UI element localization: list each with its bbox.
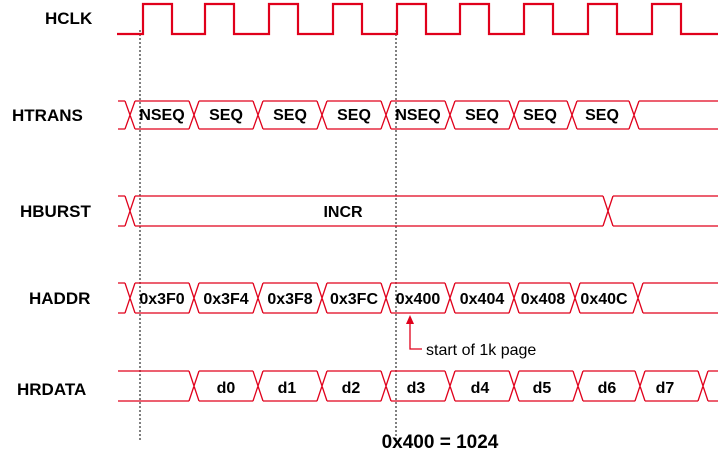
hrdata-value: d0 xyxy=(217,380,236,397)
page-start-annotation: start of 1k page xyxy=(426,342,536,359)
htrans-value: SEQ xyxy=(523,107,557,124)
htrans-value: SEQ xyxy=(465,107,499,124)
page-start-callout: start of 1k page xyxy=(406,315,536,359)
hburst-lane: INCR xyxy=(118,195,718,227)
hrdata-value: d1 xyxy=(278,380,297,397)
htrans-value: SEQ xyxy=(585,107,619,124)
signal-label-hrdata: HRDATA xyxy=(17,380,86,399)
signal-label-haddr: HADDR xyxy=(29,289,90,308)
hrdata-lane: d0 d1 d2 d3 d4 d5 d6 d7 xyxy=(118,370,718,402)
haddr-value: 0x40C xyxy=(580,291,628,308)
hrdata-value: d6 xyxy=(598,380,617,397)
hburst-waveform xyxy=(118,195,718,227)
haddr-value: 0x3F4 xyxy=(203,291,248,308)
hrdata-value: d5 xyxy=(533,380,552,397)
hrdata-value: d3 xyxy=(407,380,426,397)
htrans-value: SEQ xyxy=(273,107,307,124)
page-address-equation: 0x400 = 1024 xyxy=(382,432,499,453)
signal-label-htrans: HTRANS xyxy=(12,106,83,125)
haddr-value: 0x408 xyxy=(521,291,566,308)
hrdata-value: d7 xyxy=(656,380,675,397)
signal-label-hclk: HCLK xyxy=(45,9,93,28)
haddr-value: 0x400 xyxy=(396,291,441,308)
htrans-value: SEQ xyxy=(209,107,243,124)
haddr-lane: 0x3F0 0x3F4 0x3F8 0x3FC 0x400 0x404 0x40… xyxy=(118,282,718,314)
arrow-up-icon xyxy=(406,315,414,324)
haddr-value: 0x404 xyxy=(460,291,505,308)
hclk-waveform xyxy=(117,2,718,36)
hburst-value: INCR xyxy=(323,204,363,221)
haddr-value: 0x3F0 xyxy=(139,291,184,308)
htrans-lane: NSEQ SEQ SEQ SEQ NSEQ SEQ SEQ SEQ xyxy=(118,100,718,130)
htrans-value: NSEQ xyxy=(395,107,440,124)
hrdata-value: d4 xyxy=(471,380,490,397)
haddr-value: 0x3FC xyxy=(330,291,378,308)
htrans-value: NSEQ xyxy=(139,107,184,124)
signal-label-hburst: HBURST xyxy=(20,202,91,221)
htrans-value: SEQ xyxy=(337,107,371,124)
timing-diagram: HCLK HTRANS HBURST HADDR HRDATA NSEQ SEQ… xyxy=(12,2,718,453)
callout-connector xyxy=(409,322,422,350)
hrdata-value: d2 xyxy=(342,380,361,397)
haddr-value: 0x3F8 xyxy=(267,291,312,308)
